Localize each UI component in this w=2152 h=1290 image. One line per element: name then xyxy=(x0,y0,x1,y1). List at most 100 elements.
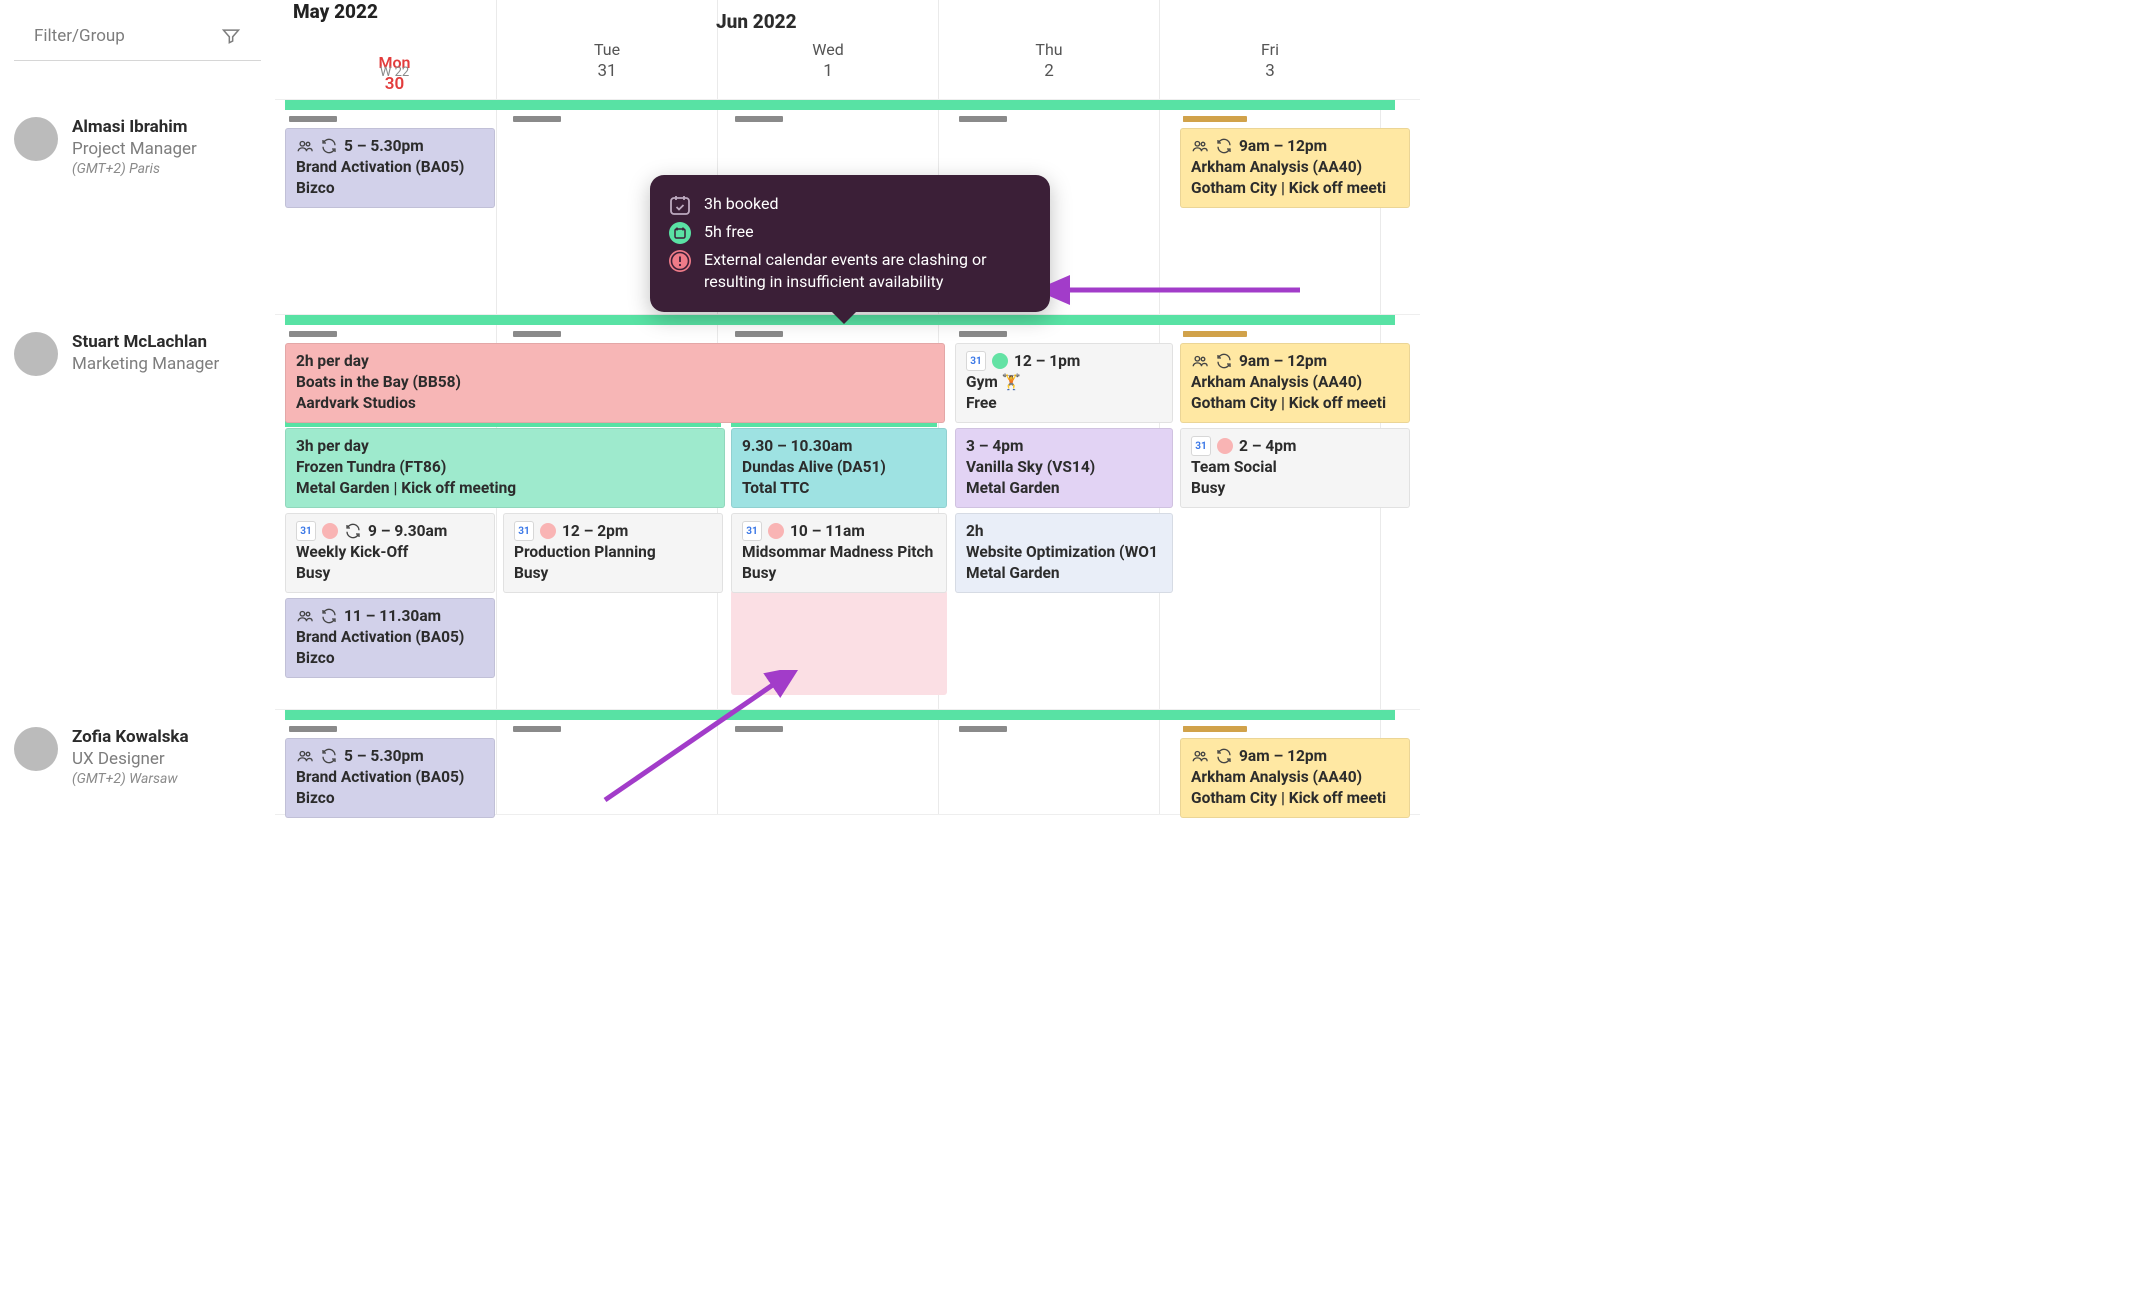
google-calendar-icon xyxy=(1191,436,1211,456)
booking-title: Arkham Analysis (AA40) xyxy=(1191,767,1399,788)
day-number: 3 xyxy=(1160,61,1380,81)
warning-icon xyxy=(668,249,692,273)
recurring-icon xyxy=(344,522,362,540)
booking-card[interactable]: 2 – 4pmTeam SocialBusy xyxy=(1180,428,1410,508)
booking-client: Bizco xyxy=(296,648,484,669)
booking-card[interactable]: 10 – 11amMidsommar Madness PitchBusy xyxy=(731,513,947,593)
booking-card[interactable]: 9am – 12pmArkham Analysis (AA40)Gotham C… xyxy=(1180,128,1410,208)
availability-marker xyxy=(289,116,337,122)
recurring-icon xyxy=(1215,137,1233,155)
booking-time: 9.30 – 10.30am xyxy=(742,436,852,457)
recurring-icon xyxy=(320,137,338,155)
schedule-lane[interactable]: 2h per dayBoats in the Bay (BB58)Aardvar… xyxy=(275,315,1420,710)
booking-client: Gotham City | Kick off meeti xyxy=(1191,178,1399,199)
filter-icon[interactable] xyxy=(221,26,241,46)
day-of-week: Tue xyxy=(497,40,717,59)
avatar xyxy=(14,727,58,771)
calendar-header: Jun 2022 May 2022W 22Mon30Tue31Wed1Thu2F… xyxy=(275,0,1420,100)
booking-time: 9am – 12pm xyxy=(1239,351,1327,372)
people-icon xyxy=(1191,747,1209,765)
booking-client: Metal Garden xyxy=(966,563,1162,584)
booking-time: 2h xyxy=(966,521,984,542)
booking-time: 5 – 5.30pm xyxy=(344,746,424,767)
booking-card[interactable]: 9 – 9.30amWeekly Kick-OffBusy xyxy=(285,513,495,593)
person-row[interactable]: Zofia KowalskaUX Designer(GMT+2) Warsaw xyxy=(0,709,275,814)
busy-status-dot xyxy=(322,523,338,539)
person-role: Marketing Manager xyxy=(72,354,219,374)
person-name: Zofia Kowalska xyxy=(72,727,189,747)
busy-status-dot xyxy=(768,523,784,539)
booking-card[interactable]: 2h per dayBoats in the Bay (BB58)Aardvar… xyxy=(285,343,945,423)
person-role: Project Manager xyxy=(72,139,197,159)
booking-card[interactable]: 12 – 1pmGym 🏋️Free xyxy=(955,343,1173,423)
filter-group[interactable]: Filter/Group xyxy=(14,0,261,61)
booking-title: Team Social xyxy=(1191,457,1399,478)
booking-time: 10 – 11am xyxy=(790,521,865,542)
booking-title: Arkham Analysis (AA40) xyxy=(1191,157,1399,178)
booking-client: Busy xyxy=(1191,478,1399,499)
person-role: UX Designer xyxy=(72,749,189,769)
google-calendar-icon xyxy=(296,521,316,541)
overbooked-marker xyxy=(1183,116,1247,122)
booking-time: 3h per day xyxy=(296,436,369,457)
availability-marker xyxy=(513,116,561,122)
booking-client: Bizco xyxy=(296,788,484,809)
people-icon xyxy=(1191,137,1209,155)
people-icon xyxy=(296,137,314,155)
booking-card[interactable]: 2hWebsite Optimization (WO1Metal Garden xyxy=(955,513,1173,593)
booking-time: 9am – 12pm xyxy=(1239,746,1327,767)
conflict-block[interactable] xyxy=(731,590,947,695)
booking-card[interactable]: 9.30 – 10.30amDundas Alive (DA51)Total T… xyxy=(731,428,947,508)
booking-title: Dundas Alive (DA51) xyxy=(742,457,936,478)
booking-card[interactable]: 3h per dayFrozen Tundra (FT86)Metal Gard… xyxy=(285,428,725,508)
booking-card[interactable]: 3 – 4pmVanilla Sky (VS14)Metal Garden xyxy=(955,428,1173,508)
booking-card[interactable]: 9am – 12pmArkham Analysis (AA40)Gotham C… xyxy=(1180,738,1410,818)
booking-time: 5 – 5.30pm xyxy=(344,136,424,157)
overbooked-marker xyxy=(1183,726,1247,732)
booking-card[interactable]: 12 – 2pmProduction PlanningBusy xyxy=(503,513,723,593)
recurring-icon xyxy=(320,607,338,625)
booking-title: Midsommar Madness Pitch xyxy=(742,542,936,563)
booking-card[interactable]: 9am – 12pmArkham Analysis (AA40)Gotham C… xyxy=(1180,343,1410,423)
booking-client: Aardvark Studios xyxy=(296,393,934,414)
google-calendar-icon xyxy=(514,521,534,541)
google-calendar-icon xyxy=(966,351,986,371)
booking-card[interactable]: 5 – 5.30pmBrand Activation (BA05)Bizco xyxy=(285,128,495,208)
availability-marker xyxy=(289,331,337,337)
booking-title: Arkham Analysis (AA40) xyxy=(1191,372,1399,393)
availability-marker xyxy=(513,331,561,337)
tooltip-warning: External calendar events are clashing or… xyxy=(704,249,1032,292)
booking-title: Brand Activation (BA05) xyxy=(296,767,484,788)
booking-card[interactable]: 11 – 11.30amBrand Activation (BA05)Bizco xyxy=(285,598,495,678)
day-number: 2 xyxy=(939,61,1159,81)
booking-client: Busy xyxy=(296,563,484,584)
schedule-grid: Jun 2022 May 2022W 22Mon30Tue31Wed1Thu2F… xyxy=(275,0,1420,815)
person-name: Almasi Ibrahim xyxy=(72,117,197,137)
availability-marker xyxy=(735,726,783,732)
booking-title: Brand Activation (BA05) xyxy=(296,157,484,178)
booking-title: Boats in the Bay (BB58) xyxy=(296,372,934,393)
booking-client: Busy xyxy=(742,563,936,584)
busy-status-dot xyxy=(1217,438,1233,454)
booking-time: 2 – 4pm xyxy=(1239,436,1296,457)
person-row[interactable]: Almasi IbrahimProject Manager(GMT+2) Par… xyxy=(0,99,275,314)
calendar-check-icon xyxy=(668,193,692,217)
tooltip-free: 5h free xyxy=(704,221,1032,243)
availability-bar xyxy=(285,100,1395,110)
booking-card[interactable]: 5 – 5.30pmBrand Activation (BA05)Bizco xyxy=(285,738,495,818)
person-row[interactable]: Stuart McLachlanMarketing Manager xyxy=(0,314,275,709)
person-name: Stuart McLachlan xyxy=(72,332,219,352)
booking-client: Metal Garden xyxy=(966,478,1162,499)
filter-label: Filter/Group xyxy=(34,26,125,46)
booking-title: Website Optimization (WO1 xyxy=(966,542,1162,563)
day-of-week: Wed xyxy=(718,40,938,59)
booking-client: Bizco xyxy=(296,178,484,199)
booking-client: Gotham City | Kick off meeti xyxy=(1191,788,1399,809)
booking-client: Busy xyxy=(514,563,712,584)
schedule-lane[interactable]: 5 – 5.30pmBrand Activation (BA05)Bizco 9a… xyxy=(275,710,1420,815)
availability-marker xyxy=(959,116,1007,122)
booking-title: Gym 🏋️ xyxy=(966,372,1162,393)
day-column: Tue31 xyxy=(496,0,717,99)
booking-title: Vanilla Sky (VS14) xyxy=(966,457,1162,478)
day-of-week: Fri xyxy=(1160,40,1380,59)
